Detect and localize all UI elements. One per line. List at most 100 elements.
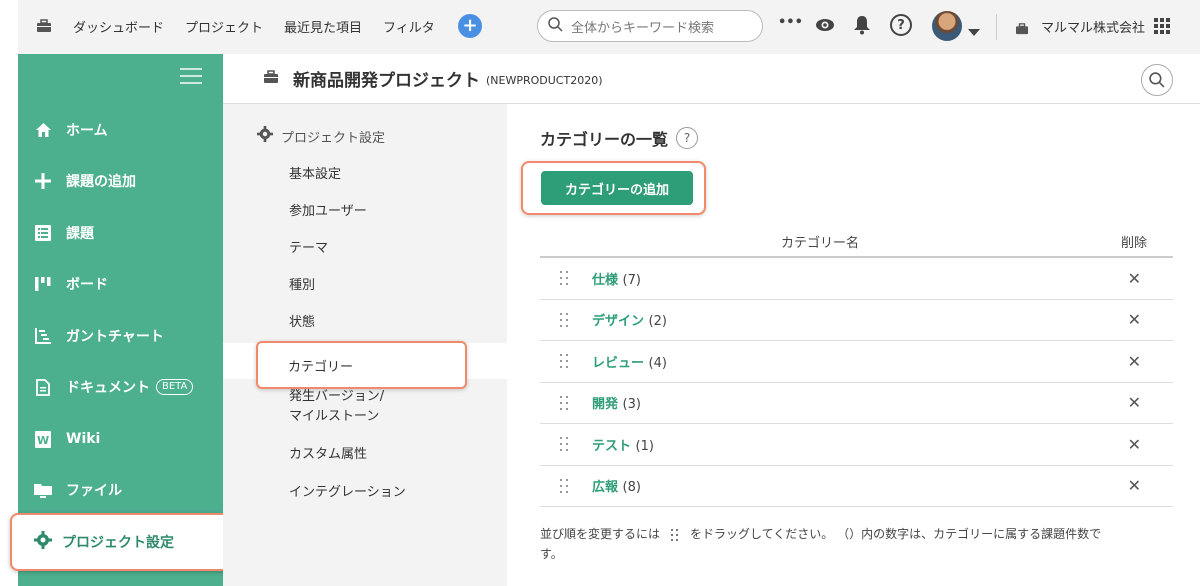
category-name-link[interactable]: 仕様 (7): [592, 269, 641, 288]
briefcase-icon[interactable]: [36, 18, 52, 37]
project-title[interactable]: 新商品開発プロジェクト: [293, 66, 480, 91]
project-search-icon[interactable]: [1141, 64, 1173, 96]
table-header: カテゴリー名 削除: [540, 224, 1173, 258]
delete-icon[interactable]: ✕: [1128, 352, 1141, 371]
sidebar-item-wiki[interactable]: W Wiki: [18, 419, 223, 459]
svg-text:W: W: [37, 434, 49, 447]
sidebar-item-add-issue[interactable]: 課題の追加: [18, 161, 223, 201]
category-count: (7): [622, 272, 641, 288]
eye-icon[interactable]: [815, 17, 835, 36]
document-icon: [34, 378, 52, 396]
category-name-link[interactable]: テスト (1): [592, 435, 654, 454]
sidebar-item-board[interactable]: ボード: [18, 264, 223, 304]
category-count: (8): [622, 480, 641, 496]
project-code: (NEWPRODUCT2020): [486, 73, 603, 87]
settings-nav-issue-types[interactable]: 種別: [289, 276, 315, 296]
nav-recent[interactable]: 最近見た項目: [284, 17, 362, 36]
table-row: 開発 (3) ✕: [540, 383, 1173, 424]
settings-nav-theme[interactable]: テーマ: [289, 239, 328, 259]
add-category-button[interactable]: カテゴリーの追加: [541, 171, 693, 205]
hamburger-icon[interactable]: [180, 68, 202, 84]
delete-icon[interactable]: ✕: [1128, 435, 1141, 454]
help-icon[interactable]: ?: [890, 14, 912, 36]
sidebar-item-files[interactable]: ファイル: [18, 470, 223, 510]
delete-icon[interactable]: ✕: [1128, 476, 1141, 495]
sidebar: ホーム 課題の追加 課題 ボード ガントチャート ドキュメント BETA W W…: [18, 54, 223, 586]
category-name-link[interactable]: デザイン (2): [592, 310, 667, 329]
category-name-link[interactable]: 広報 (8): [592, 476, 641, 495]
folder-icon: [34, 481, 52, 499]
nav-filter[interactable]: フィルタ: [383, 17, 435, 36]
board-icon: [34, 275, 52, 293]
gear-icon: [257, 126, 273, 146]
add-icon[interactable]: +: [458, 14, 482, 38]
plus-icon: [34, 172, 52, 190]
category-name-link[interactable]: 開発 (3): [592, 393, 641, 412]
sidebar-item-home[interactable]: ホーム: [18, 110, 223, 150]
sidebar-item-label: Wiki: [66, 431, 101, 447]
delete-icon[interactable]: ✕: [1128, 269, 1141, 288]
sidebar-item-issues[interactable]: 課題: [18, 213, 223, 253]
sidebar-item-label: プロジェクト設定: [62, 535, 174, 551]
avatar[interactable]: [932, 11, 962, 41]
drag-handle-icon[interactable]: [560, 312, 568, 329]
more-icon[interactable]: •••: [778, 15, 803, 30]
chevron-down-icon[interactable]: [968, 22, 980, 41]
nav-dashboard[interactable]: ダッシュボード: [73, 17, 164, 36]
settings-nav-members[interactable]: 参加ユーザー: [289, 202, 367, 222]
home-icon: [34, 121, 52, 139]
drag-handle-icon[interactable]: [560, 395, 568, 412]
project-briefcase-icon: [263, 69, 279, 88]
settings-nav-custom-fields[interactable]: カスタム属性: [289, 445, 367, 465]
settings-nav-integrations[interactable]: インテグレーション: [289, 483, 406, 503]
sidebar-item-gantt[interactable]: ガントチャート: [18, 316, 223, 356]
settings-nav-categories[interactable]: カテゴリー: [256, 341, 467, 389]
sidebar-item-project-settings[interactable]: プロジェクト設定: [10, 513, 232, 571]
delete-icon[interactable]: ✕: [1128, 393, 1141, 412]
category-table: カテゴリー名 削除 仕様 (7) ✕ デザイン (2) ✕ レビュー (4) ✕ 開発 (3…: [540, 224, 1173, 507]
table-row: 広報 (8) ✕: [540, 466, 1173, 507]
delete-icon[interactable]: ✕: [1128, 310, 1141, 329]
top-bar: ダッシュボード プロジェクト 最近見た項目 フィルタ + 全体からキーワード検索…: [18, 0, 1200, 54]
apps-grid-icon[interactable]: [1154, 18, 1170, 38]
drag-handle-icon[interactable]: [560, 354, 568, 370]
drag-handle-icon: [670, 528, 680, 542]
help-note: 並び順を変更するには をドラッグしてください。 （）内の数字は、カテゴリーに属する…: [540, 527, 1102, 561]
table-row: レビュー (4) ✕: [540, 341, 1173, 383]
sidebar-item-label: ガントチャート: [66, 329, 164, 345]
table-row: 仕様 (7) ✕: [540, 258, 1173, 300]
settings-nav-status[interactable]: 状態: [289, 313, 315, 333]
drag-handle-icon[interactable]: [560, 437, 568, 453]
sidebar-item-label: ボード: [66, 277, 108, 293]
help-icon[interactable]: ?: [676, 127, 699, 149]
gantt-icon: [34, 327, 52, 345]
category-count: (2): [648, 314, 667, 330]
bell-icon[interactable]: [853, 15, 871, 39]
search-placeholder: 全体からキーワード検索: [571, 20, 715, 36]
table-row: デザイン (2) ✕: [540, 300, 1173, 341]
category-name-link[interactable]: レビュー (4): [592, 352, 667, 371]
list-icon: [34, 224, 52, 242]
drag-handle-icon[interactable]: [560, 478, 568, 495]
sidebar-item-documents[interactable]: ドキュメント BETA: [18, 367, 223, 407]
category-count: (4): [648, 355, 667, 371]
search-icon: [548, 16, 563, 36]
beta-badge: BETA: [156, 379, 194, 395]
column-header-delete: 削除: [1120, 236, 1147, 251]
category-count: (3): [622, 397, 641, 413]
nav-project[interactable]: プロジェクト: [185, 17, 263, 36]
settings-nav-versions-line2[interactable]: マイルストーン: [289, 407, 379, 427]
drag-handle-icon[interactable]: [560, 271, 568, 287]
settings-nav-basic[interactable]: 基本設定: [289, 165, 341, 185]
settings-nav-versions-line1[interactable]: 発生バージョン/: [289, 387, 384, 407]
gear-icon: [34, 530, 52, 554]
project-header: 新商品開発プロジェクト (NEWPRODUCT2020): [223, 54, 1200, 104]
wiki-icon: W: [34, 430, 52, 448]
table-row: テスト (1) ✕: [540, 424, 1173, 466]
org-briefcase-icon: [1015, 20, 1029, 39]
sidebar-item-label: ファイル: [66, 483, 122, 499]
global-search-input[interactable]: 全体からキーワード検索: [537, 10, 763, 42]
sidebar-item-label: ドキュメント: [66, 380, 150, 396]
category-count: (1): [635, 438, 654, 454]
org-name[interactable]: マルマル株式会社: [1041, 17, 1145, 36]
